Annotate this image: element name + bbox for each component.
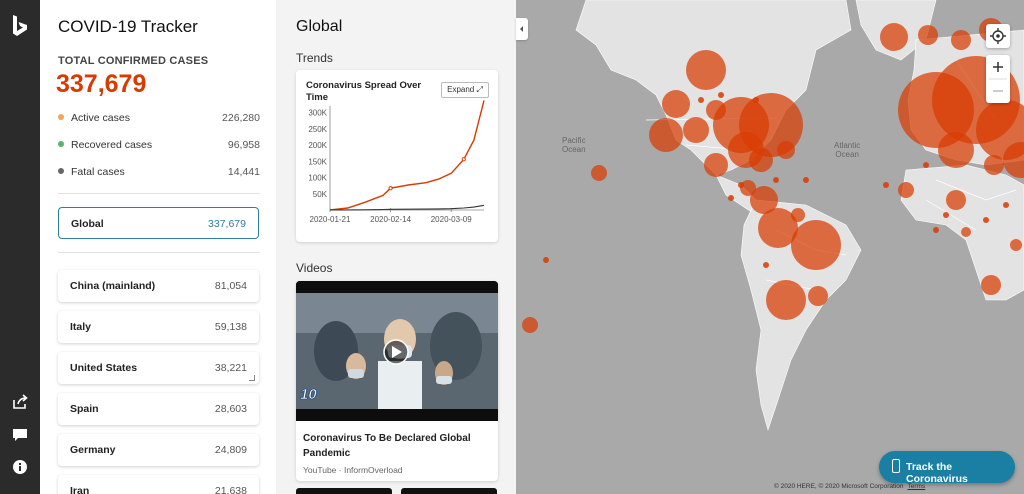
recovered-dot-icon	[58, 141, 64, 147]
atlantic-ocean-label: Atlantic Ocean	[834, 141, 861, 159]
video-badge: 10	[300, 386, 317, 403]
chart-y-tick-label: 200K	[308, 141, 327, 150]
detail-panel: Global Trends Coronavirus Spread Over Ti…	[276, 0, 516, 494]
video-thumbnail[interactable]: 10	[296, 281, 498, 421]
chart-x-tick-label: 2020-02-14	[370, 215, 411, 224]
chart-y-tick-label: 250K	[308, 125, 327, 134]
video-source: YouTube · InformOverload	[303, 465, 403, 475]
info-icon[interactable]	[11, 458, 29, 476]
chart-y-tick-label: 150K	[308, 157, 327, 166]
resize-grip-icon	[249, 375, 255, 381]
expand-arrow-icon: ⤢	[476, 85, 483, 94]
left-rail	[0, 0, 40, 494]
region-item-global[interactable]: Global 337,679	[58, 207, 259, 239]
chart-series-line	[329, 100, 485, 211]
app-title: COVID-19 Tracker	[58, 17, 198, 36]
cases-panel: COVID-19 Tracker TOTAL CONFIRMED CASES 3…	[40, 0, 276, 494]
zoom-controls	[986, 55, 1010, 103]
videos-label: Videos	[296, 261, 333, 275]
track-coronavirus-button[interactable]: Track the Coronavirus	[879, 451, 1015, 485]
region-item[interactable]: United States 38,221	[58, 352, 259, 384]
video-card[interactable]: 10 Coronavirus To Be Declared Global Pan…	[296, 281, 498, 481]
chart-x-tick-label: 2020-01-21	[310, 215, 351, 224]
stat-active: Active cases 226,280	[58, 112, 260, 126]
chart-y-tick-label: 300K	[308, 109, 327, 118]
total-cases-label: TOTAL CONFIRMED CASES	[58, 55, 209, 67]
divider	[58, 193, 260, 194]
chart-y-tick-label: 50K	[313, 190, 328, 199]
stat-recovered: Recovered cases 96,958	[58, 139, 260, 153]
trends-label: Trends	[296, 51, 333, 65]
detail-title: Global	[296, 18, 343, 35]
bing-logo-icon[interactable]	[10, 14, 30, 38]
video-title[interactable]: Coronavirus To Be Declared Global Pandem…	[303, 431, 491, 461]
region-item[interactable]: Italy 59,138	[58, 311, 259, 343]
region-item[interactable]: China (mainland) 81,054	[58, 270, 259, 302]
fatal-dot-icon	[58, 168, 64, 174]
world-map[interactable]: Pacific Ocean Atlantic Ocean © 2020 HERE…	[516, 0, 1024, 494]
chevron-left-icon	[520, 26, 523, 32]
map-copyright: © 2020 HERE, © 2020 Microsoft Corporatio…	[774, 483, 926, 490]
collapse-panel-button[interactable]	[516, 18, 528, 40]
divider	[58, 252, 260, 253]
region-item[interactable]: Germany 24,809	[58, 434, 259, 466]
chart-y-tick-label: 100K	[308, 174, 327, 183]
region-item[interactable]: Iran 21,638	[58, 475, 259, 494]
active-dot-icon	[58, 114, 64, 120]
chart-point	[388, 186, 393, 191]
share-icon[interactable]	[11, 393, 29, 411]
region-item[interactable]: Spain 28,603	[58, 393, 259, 425]
pacific-ocean-label: Pacific Ocean	[562, 136, 586, 154]
total-cases-value: 337,679	[56, 70, 147, 98]
locate-me-button[interactable]	[986, 24, 1010, 48]
phone-icon	[892, 459, 900, 473]
trend-chart-card: Coronavirus Spread Over Time Expand ⤢ 50…	[296, 70, 498, 242]
locate-icon	[990, 28, 1006, 44]
next-video-card[interactable]	[296, 488, 392, 494]
map-canvas[interactable]	[516, 0, 1024, 494]
chart-point	[461, 157, 466, 162]
feedback-icon[interactable]	[11, 426, 29, 444]
zoom-in-icon	[993, 62, 1003, 72]
expand-button[interactable]: Expand ⤢	[441, 82, 489, 98]
stat-fatal: Fatal cases 14,441	[58, 166, 260, 180]
next-video-card[interactable]	[401, 488, 497, 494]
trend-chart: 50K 100K 150K 200K 250K 300K 2020-01-21 2020-02…	[308, 100, 485, 224]
chart-x-tick-label: 2020-03-09	[431, 215, 472, 224]
